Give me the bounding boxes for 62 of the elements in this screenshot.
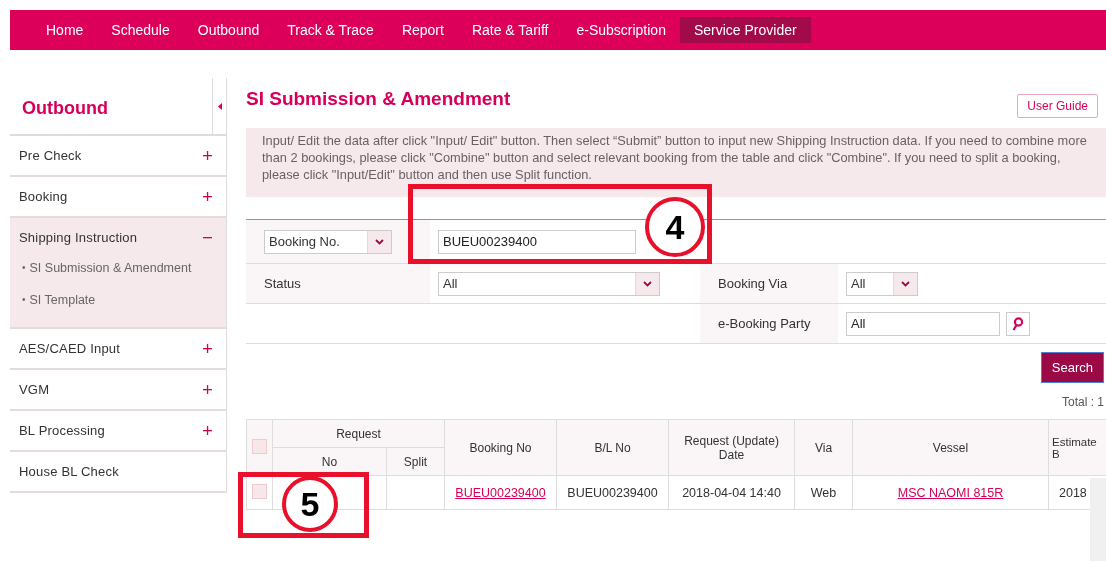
table-cell: Web <box>794 475 853 510</box>
page-title: SI Submission & Amendment <box>246 88 511 110</box>
bullet: • <box>22 293 26 307</box>
e-booking-party-field[interactable]: All <box>846 311 1000 336</box>
search-key-select[interactable]: Booking No. <box>264 229 392 254</box>
nav-item[interactable]: Schedule <box>97 17 184 43</box>
sidebar-item[interactable]: VGM <box>19 382 50 397</box>
chevron-down-icon <box>375 238 384 245</box>
total-count: Total : 1 <box>1060 394 1105 411</box>
chevron-down-icon <box>901 280 910 287</box>
table-cell: 2018-04-04 14:40 <box>668 475 795 510</box>
plus-icon[interactable] <box>203 426 212 435</box>
status-select[interactable]: All <box>438 271 660 296</box>
nav-item[interactable]: Rate & Tariff <box>457 17 563 43</box>
sidebar-item[interactable]: Booking <box>19 189 68 204</box>
e-booking-party-label: e-Booking Party <box>718 316 811 331</box>
select-all-checkbox[interactable] <box>252 438 267 454</box>
sidebar-subitem[interactable]: SI Template <box>29 289 96 311</box>
booking-number-field[interactable]: BUEU00239400 <box>438 229 636 254</box>
sidebar-item[interactable]: Pre Check <box>19 148 82 163</box>
table-link[interactable]: MSC NAOMI 815R <box>897 485 1004 500</box>
booking-via-label: Booking Via <box>718 276 788 291</box>
booking-via-select[interactable]: All <box>846 271 918 296</box>
row-checkbox[interactable] <box>252 483 267 499</box>
sidebar-item[interactable]: House BL Check <box>19 464 119 479</box>
sidebar-title: Outbound <box>21 97 109 120</box>
plus-icon[interactable] <box>203 151 212 160</box>
column-header: Vessel <box>852 419 1049 476</box>
user-guide-button[interactable]: User Guide <box>1017 94 1098 118</box>
instruction-text: Input/ Edit the data after click "Input/ Edit" button. Then select “Submit” button to input new Shipping Instruction data. If you need to combine more than 2 bookings, please click "Combine" button and select relevant booking from the table and click "Combine". If you need to split a booking, please click "Input/Edit" button and then use Split function. <box>246 128 1106 197</box>
plus-icon[interactable] <box>203 192 212 201</box>
column-header: Booking No <box>444 419 557 476</box>
status-label: Status <box>264 276 301 291</box>
column-header: Estimate B <box>1048 419 1106 476</box>
nav-item[interactable]: Track & Trace <box>273 17 388 43</box>
nav-item[interactable]: Service Provider <box>679 17 811 43</box>
column-header: Split <box>386 447 445 476</box>
nav-item[interactable]: Outbound <box>183 17 274 43</box>
chevron-down-icon <box>643 280 652 287</box>
sidebar-item[interactable]: BL Processing <box>19 423 105 438</box>
table-cell: BUEU00239400 <box>556 475 669 510</box>
search-icon <box>1012 316 1024 331</box>
bullet: • <box>22 261 26 275</box>
search-icon-button[interactable] <box>1006 311 1030 336</box>
annotation-number: 5 <box>282 476 338 532</box>
scrollbar[interactable] <box>1090 478 1106 561</box>
sidebar-item[interactable]: AES/CAED Input <box>19 341 121 356</box>
nav-item[interactable]: Report <box>387 17 458 43</box>
caret-left-icon <box>217 102 222 110</box>
sidebar-item[interactable]: Shipping Instruction <box>19 230 138 245</box>
search-button[interactable]: Search <box>1040 352 1104 383</box>
nav-item[interactable]: e-Subscription <box>562 17 680 43</box>
table-link[interactable]: BUEU00239400 <box>455 485 546 500</box>
column-header: Request <box>272 419 445 448</box>
column-header: Via <box>794 419 853 476</box>
plus-icon[interactable] <box>203 385 212 394</box>
column-header: Request (Update) Date <box>668 419 795 476</box>
column-header: B/L No <box>556 419 669 476</box>
plus-icon[interactable] <box>203 344 212 353</box>
annotation-number: 4 <box>645 197 705 257</box>
nav-item[interactable]: Home <box>32 17 98 43</box>
sidebar-subitem[interactable]: SI Submission & Amendment <box>29 257 192 279</box>
